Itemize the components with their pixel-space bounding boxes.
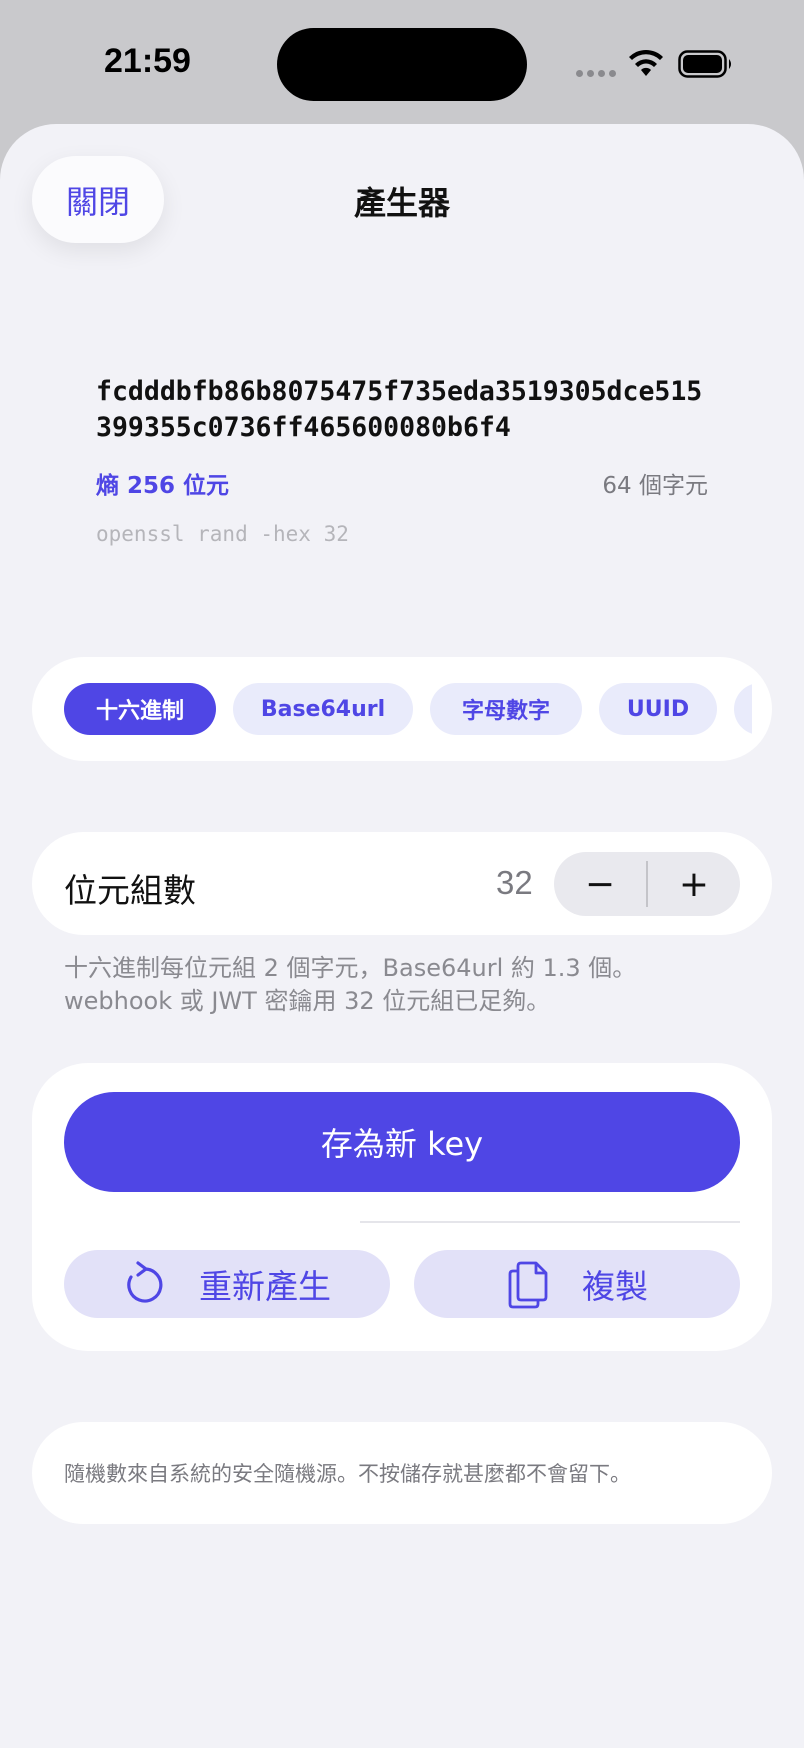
byte-count-row: 位元組數 32 − + bbox=[32, 832, 772, 935]
dynamic-island bbox=[277, 28, 527, 101]
hint-line: 十六進制每位元組 2 個字元，Base64url 約 1.3 個。 bbox=[64, 954, 637, 982]
decrement-button[interactable]: − bbox=[554, 852, 646, 916]
regenerate-label: 重新產生 bbox=[199, 1267, 331, 1306]
format-chip-base64url[interactable]: Base64url bbox=[233, 683, 413, 735]
copy-label: 複製 bbox=[582, 1267, 648, 1306]
regenerate-button[interactable]: 重新產生 bbox=[64, 1250, 390, 1318]
byte-count-hint: 十六進制每位元組 2 個字元，Base64url 約 1.3 個。 webhoo… bbox=[64, 952, 744, 1018]
info-card: 隨機數來自系統的安全隨機源。不按儲存就甚麼都不會留下。 bbox=[32, 1422, 772, 1524]
save-as-new-key-button[interactable]: 存為新 key bbox=[64, 1092, 740, 1192]
generator-sheet: 關閉 產生器 fcdddbfb86b8075475f735eda3519305d… bbox=[0, 124, 804, 1748]
byte-count-label: 位元組數 bbox=[64, 871, 196, 910]
cellular-signal-icon bbox=[576, 70, 616, 77]
hint-line: webhook 或 JWT 密鑰用 32 位元組已足夠。 bbox=[64, 987, 551, 1015]
format-chip-more[interactable] bbox=[734, 683, 752, 735]
refresh-icon bbox=[127, 1261, 163, 1303]
security-note: 隨機數來自系統的安全隨機源。不按儲存就甚麼都不會留下。 bbox=[64, 1462, 631, 1486]
page-title: 產生器 bbox=[353, 184, 450, 222]
format-selector: 十六進制 Base64url 字母數字 UUID bbox=[32, 657, 772, 761]
byte-count-value: 32 bbox=[496, 864, 533, 901]
byte-count-stepper: − + bbox=[554, 852, 740, 916]
copy-icon bbox=[508, 1261, 548, 1309]
action-card: 存為新 key 重新產生 複製 bbox=[32, 1063, 772, 1351]
copy-button[interactable]: 複製 bbox=[414, 1250, 740, 1318]
generated-key-value: fcdddbfb86b8075475f735eda3519305dce51539… bbox=[96, 376, 703, 443]
char-count-label: 64 個字元 bbox=[602, 473, 708, 499]
format-chip-hex[interactable]: 十六進制 bbox=[64, 683, 216, 735]
status-time: 21:59 bbox=[104, 42, 191, 80]
entropy-label: 熵 256 位元 bbox=[96, 473, 230, 499]
equivalent-command: openssl rand -hex 32 bbox=[96, 522, 349, 546]
increment-button[interactable]: + bbox=[648, 852, 740, 916]
wifi-icon bbox=[629, 49, 663, 76]
format-chip-uuid[interactable]: UUID bbox=[599, 683, 717, 735]
battery-icon bbox=[678, 50, 731, 78]
format-chip-alphanumeric[interactable]: 字母數字 bbox=[430, 683, 582, 735]
divider bbox=[360, 1221, 740, 1223]
